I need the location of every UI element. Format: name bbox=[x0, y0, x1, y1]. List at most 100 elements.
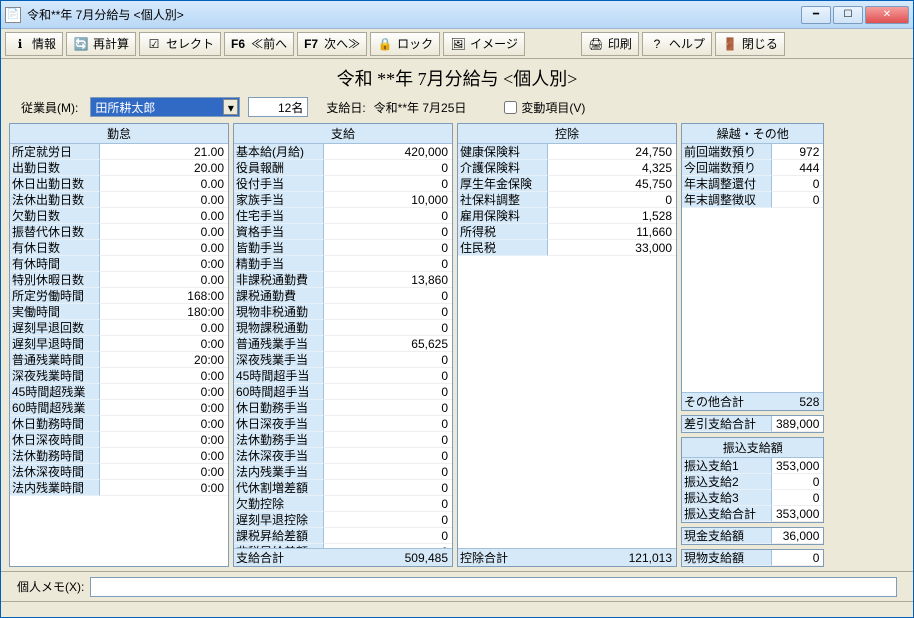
payment-value[interactable]: 0 bbox=[324, 512, 452, 528]
close-button[interactable]: 🚪閉じる bbox=[715, 32, 785, 56]
attendance-row: 所定就労日21.00 bbox=[10, 144, 228, 160]
carryover-value[interactable]: 444 bbox=[772, 160, 823, 176]
maximize-button[interactable]: ☐ bbox=[833, 6, 863, 24]
memo-input[interactable] bbox=[90, 577, 897, 597]
payment-value[interactable]: 0 bbox=[324, 416, 452, 432]
employee-select[interactable]: 田所耕太郎 ▾ bbox=[90, 97, 240, 117]
payment-value[interactable]: 0 bbox=[324, 304, 452, 320]
attendance-label: 深夜残業時間 bbox=[10, 368, 100, 384]
attendance-value[interactable]: 0:00 bbox=[100, 336, 228, 352]
attendance-value[interactable]: 0.00 bbox=[100, 272, 228, 288]
attendance-label: 休日深夜時間 bbox=[10, 432, 100, 448]
payment-value[interactable]: 0 bbox=[324, 208, 452, 224]
attendance-value[interactable]: 0:00 bbox=[100, 400, 228, 416]
attendance-value[interactable]: 0:00 bbox=[100, 384, 228, 400]
carryover-value[interactable]: 0 bbox=[772, 192, 823, 208]
deduction-value[interactable]: 45,750 bbox=[548, 176, 676, 192]
attendance-value[interactable]: 0:00 bbox=[100, 416, 228, 432]
cash-label: 現金支給額 bbox=[682, 528, 772, 544]
attendance-value[interactable]: 0:00 bbox=[100, 368, 228, 384]
attendance-value[interactable]: 0.00 bbox=[100, 192, 228, 208]
payment-value[interactable]: 0 bbox=[324, 464, 452, 480]
deduction-row: 雇用保険料1,528 bbox=[458, 208, 676, 224]
app-window: 📄 令和**年 7月分給与 <個人別> ━ ☐ ✕ ℹ情報 🔄再計算 ☑セレクト… bbox=[0, 0, 914, 618]
carryover-value[interactable]: 0 bbox=[772, 176, 823, 192]
close-x-button[interactable]: ✕ bbox=[865, 6, 909, 24]
payment-label: 普通残業手当 bbox=[234, 336, 324, 352]
attendance-value[interactable]: 0.00 bbox=[100, 240, 228, 256]
attendance-value[interactable]: 20.00 bbox=[100, 160, 228, 176]
attendance-value[interactable]: 0:00 bbox=[100, 256, 228, 272]
transfer-value[interactable]: 353,000 bbox=[772, 458, 823, 474]
next-button[interactable]: F7次へ≫ bbox=[297, 32, 367, 56]
payment-value[interactable]: 0 bbox=[324, 352, 452, 368]
recalc-icon: 🔄 bbox=[73, 36, 89, 52]
lock-button[interactable]: 🔒ロック bbox=[370, 32, 440, 56]
carryover-header: 繰越・その他 bbox=[682, 124, 823, 144]
print-button[interactable]: 🖨印刷 bbox=[581, 32, 639, 56]
attendance-value[interactable]: 21.00 bbox=[100, 144, 228, 160]
attendance-value[interactable]: 0.00 bbox=[100, 176, 228, 192]
payment-value[interactable]: 0 bbox=[324, 480, 452, 496]
help-button[interactable]: ?ヘルプ bbox=[642, 32, 712, 56]
select-icon: ☑ bbox=[146, 36, 162, 52]
print-icon: 🖨 bbox=[588, 36, 604, 52]
deduction-value[interactable]: 0 bbox=[548, 192, 676, 208]
payment-value[interactable]: 0 bbox=[324, 368, 452, 384]
transfer-value[interactable]: 353,000 bbox=[772, 506, 823, 522]
other-total-label: その他合計 bbox=[682, 393, 772, 410]
payment-value[interactable]: 0 bbox=[324, 160, 452, 176]
payment-value[interactable]: 0 bbox=[324, 400, 452, 416]
transfer-value[interactable]: 0 bbox=[772, 474, 823, 490]
payment-value[interactable]: 0 bbox=[324, 496, 452, 512]
variable-checkbox[interactable] bbox=[504, 101, 517, 114]
carryover-row: 前回端数預り972 bbox=[682, 144, 823, 160]
image-button[interactable]: 🖼イメージ bbox=[443, 32, 525, 56]
payment-value[interactable]: 0 bbox=[324, 528, 452, 544]
info-button[interactable]: ℹ情報 bbox=[5, 32, 63, 56]
payment-value[interactable]: 10,000 bbox=[324, 192, 452, 208]
inkind-panel: 現物支給額0 bbox=[681, 549, 824, 567]
payment-value[interactable]: 65,625 bbox=[324, 336, 452, 352]
attendance-label: 休日勤務時間 bbox=[10, 416, 100, 432]
payment-value[interactable]: 0 bbox=[324, 448, 452, 464]
deduction-label: 介護保険料 bbox=[458, 160, 548, 176]
attendance-value[interactable]: 168:00 bbox=[100, 288, 228, 304]
carryover-value[interactable]: 972 bbox=[772, 144, 823, 160]
select-button[interactable]: ☑セレクト bbox=[139, 32, 221, 56]
deduction-value[interactable]: 24,750 bbox=[548, 144, 676, 160]
attendance-value[interactable]: 0.00 bbox=[100, 208, 228, 224]
payment-value[interactable]: 0 bbox=[324, 240, 452, 256]
payment-value[interactable]: 0 bbox=[324, 432, 452, 448]
payment-value[interactable]: 0 bbox=[324, 288, 452, 304]
attendance-value[interactable]: 0:00 bbox=[100, 448, 228, 464]
deduction-value[interactable]: 11,660 bbox=[548, 224, 676, 240]
deduction-value[interactable]: 4,325 bbox=[548, 160, 676, 176]
attendance-value[interactable]: 0.00 bbox=[100, 224, 228, 240]
payment-row: 欠勤控除0 bbox=[234, 496, 452, 512]
attendance-value[interactable]: 0:00 bbox=[100, 432, 228, 448]
payment-row: 役付手当0 bbox=[234, 176, 452, 192]
payment-value[interactable]: 0 bbox=[324, 384, 452, 400]
deduction-value[interactable]: 33,000 bbox=[548, 240, 676, 256]
cash-value: 36,000 bbox=[772, 528, 823, 544]
payment-label: 課税通勤費 bbox=[234, 288, 324, 304]
payment-label: 60時間超手当 bbox=[234, 384, 324, 400]
payment-value[interactable]: 420,000 bbox=[324, 144, 452, 160]
attendance-value[interactable]: 180:00 bbox=[100, 304, 228, 320]
prev-button[interactable]: F6≪前へ bbox=[224, 32, 294, 56]
payment-value[interactable]: 0 bbox=[324, 224, 452, 240]
attendance-value[interactable]: 0.00 bbox=[100, 320, 228, 336]
recalc-button[interactable]: 🔄再計算 bbox=[66, 32, 136, 56]
deduction-value[interactable]: 1,528 bbox=[548, 208, 676, 224]
minimize-button[interactable]: ━ bbox=[801, 6, 831, 24]
payment-value[interactable]: 0 bbox=[324, 176, 452, 192]
attendance-value[interactable]: 0:00 bbox=[100, 464, 228, 480]
attendance-value[interactable]: 20:00 bbox=[100, 352, 228, 368]
payment-value[interactable]: 0 bbox=[324, 256, 452, 272]
transfer-value[interactable]: 0 bbox=[772, 490, 823, 506]
payment-value[interactable]: 0 bbox=[324, 320, 452, 336]
payment-value[interactable]: 13,860 bbox=[324, 272, 452, 288]
payment-label: 法休勤務手当 bbox=[234, 432, 324, 448]
attendance-value[interactable]: 0:00 bbox=[100, 480, 228, 496]
